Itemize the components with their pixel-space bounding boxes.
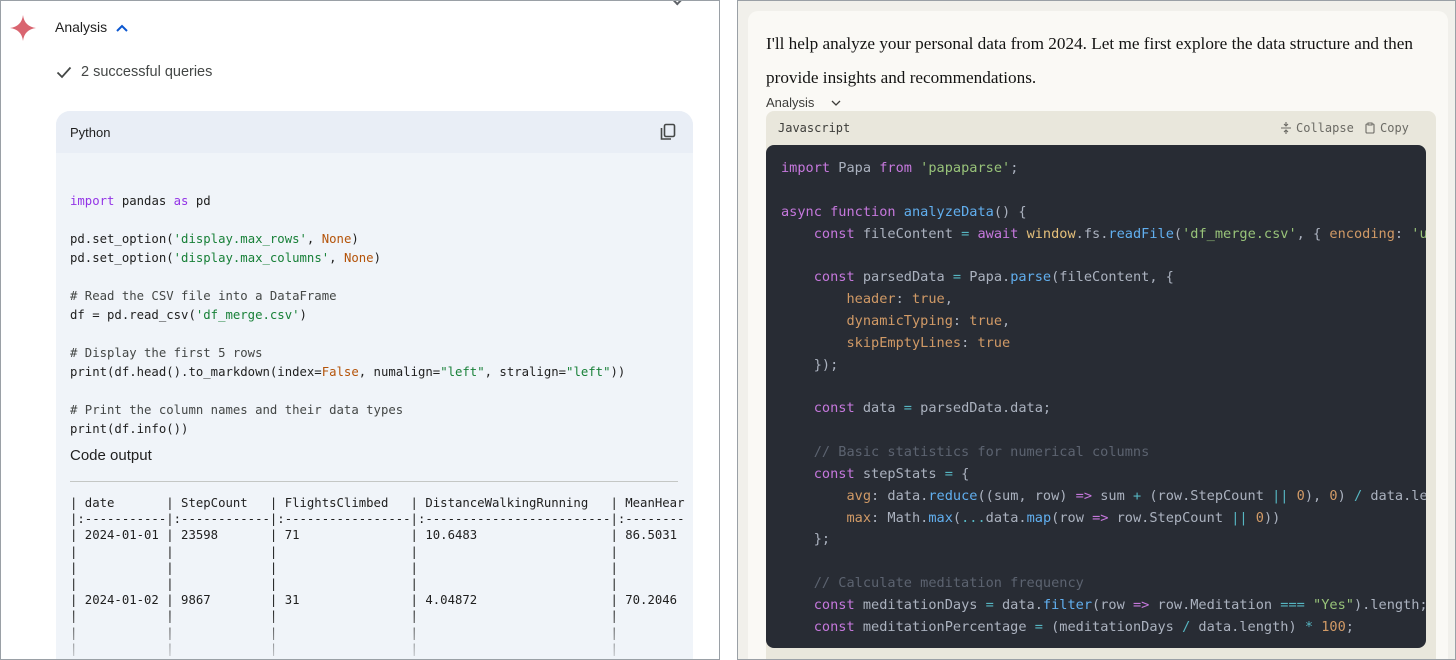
- table-line: | date | StepCount | FlightsClimbed | Di…: [70, 496, 685, 510]
- code-line: import Papa from 'papaparse';: [781, 160, 1019, 176]
- code-line: const data = parsedData.data;: [813, 400, 1052, 417]
- code-line: const meditationDays = data.filter(row =…: [813, 596, 1426, 613]
- assistant-intro-text: I'll help analyze your personal data fro…: [766, 34, 1413, 87]
- code-line: skipEmptyLines: true: [846, 334, 1011, 351]
- code-line: pd.set_option('display.max_columns', Non…: [70, 251, 381, 265]
- code-comment: // Basic statistics for numerical column…: [781, 443, 1150, 460]
- table-line: | | | | |: [70, 544, 618, 559]
- code-line: });: [781, 356, 839, 373]
- code-line: print(df.info()): [70, 422, 189, 436]
- search-icon[interactable]: [671, 1, 685, 6]
- code-line: avg: data.reduce((sum, row) => sum + (ro…: [846, 487, 1426, 504]
- code-line: const stepStats = {: [813, 465, 970, 482]
- analysis-toggle[interactable]: Analysis: [766, 95, 814, 110]
- code-line: header: true,: [846, 291, 953, 308]
- copy-button[interactable]: Copy: [1364, 121, 1409, 135]
- code-line: async function analyzeData() {: [781, 203, 1027, 220]
- collapse-icon: [1281, 122, 1291, 134]
- output-fade: [56, 611, 693, 659]
- code-line: df = pd.read_csv('df_merge.csv'): [70, 308, 307, 322]
- chat-message: I'll help analyze your personal data fro…: [748, 11, 1448, 659]
- code-text: import Papa from 'papaparse'; async func…: [781, 158, 1426, 639]
- output-divider: [70, 481, 678, 482]
- copy-label: Copy: [1380, 121, 1409, 135]
- analysis-title[interactable]: Analysis: [55, 19, 107, 35]
- table-line: | | | | |: [70, 560, 618, 575]
- table-line: | 2024-01-01 | 23598 | 71 | 10.6483 | 86…: [70, 528, 678, 543]
- queries-status[interactable]: 2 successful queries: [81, 64, 212, 80]
- code-line: const parsedData = Papa.parse(fileConten…: [813, 269, 1174, 286]
- javascript-code-block: import Papa from 'papaparse'; async func…: [766, 145, 1426, 648]
- code-comment: // Calculate meditation frequency: [781, 575, 1084, 592]
- code-language-label: Python: [70, 125, 111, 140]
- table-line: |:-----------|:------------|:-----------…: [70, 512, 685, 527]
- code-line: const fileContent = await window.fs.read…: [813, 225, 1426, 242]
- code-output-label: Code output: [70, 447, 152, 464]
- code-line: const meditationPercentage = (meditation…: [813, 618, 1354, 635]
- code-line: };: [781, 531, 831, 548]
- code-line: print(df.head().to_markdown(index=False,…: [70, 365, 626, 379]
- code-line: pd.set_option('display.max_rows', None): [70, 232, 359, 246]
- collapse-button[interactable]: Collapse: [1280, 121, 1354, 135]
- collapse-label: Collapse: [1296, 121, 1354, 135]
- gemini-sparkle-icon: [10, 15, 36, 41]
- code-line: import pandas as pd: [70, 194, 211, 208]
- copy-icon: [1365, 122, 1375, 134]
- copy-icon[interactable]: [659, 123, 677, 141]
- table-line: | 2024-01-02 | 9867 | 31 | 4.04872 | 70.…: [70, 593, 678, 608]
- javascript-code-card: Javascript Collapse Copy import Papa fro…: [766, 111, 1436, 659]
- check-icon: [56, 66, 72, 79]
- code-line: max: Math.max(...data.map(row => row.Ste…: [846, 509, 1281, 526]
- code-card-header: Python: [56, 111, 693, 153]
- code-comment: # Print the column names and their data …: [70, 403, 404, 417]
- chevron-down-icon[interactable]: [830, 97, 842, 109]
- right-panel: I'll help analyze your personal data fro…: [737, 0, 1456, 660]
- left-panel: Analysis 2 successful queries Python imp…: [0, 0, 720, 660]
- code-comment: # Display the first 5 rows: [70, 346, 263, 360]
- code-language-label: Javascript: [778, 121, 851, 135]
- python-code-block: import pandas as pd pd.set_option('displ…: [70, 173, 690, 439]
- table-line: | | | | |: [70, 577, 618, 592]
- python-code-card: Python import pandas as pd pd.set_option…: [56, 111, 693, 659]
- code-comment: # Read the CSV file into a DataFrame: [70, 289, 337, 303]
- code-line: dynamicTyping: true,: [846, 312, 1011, 329]
- chevron-up-icon[interactable]: [115, 21, 129, 35]
